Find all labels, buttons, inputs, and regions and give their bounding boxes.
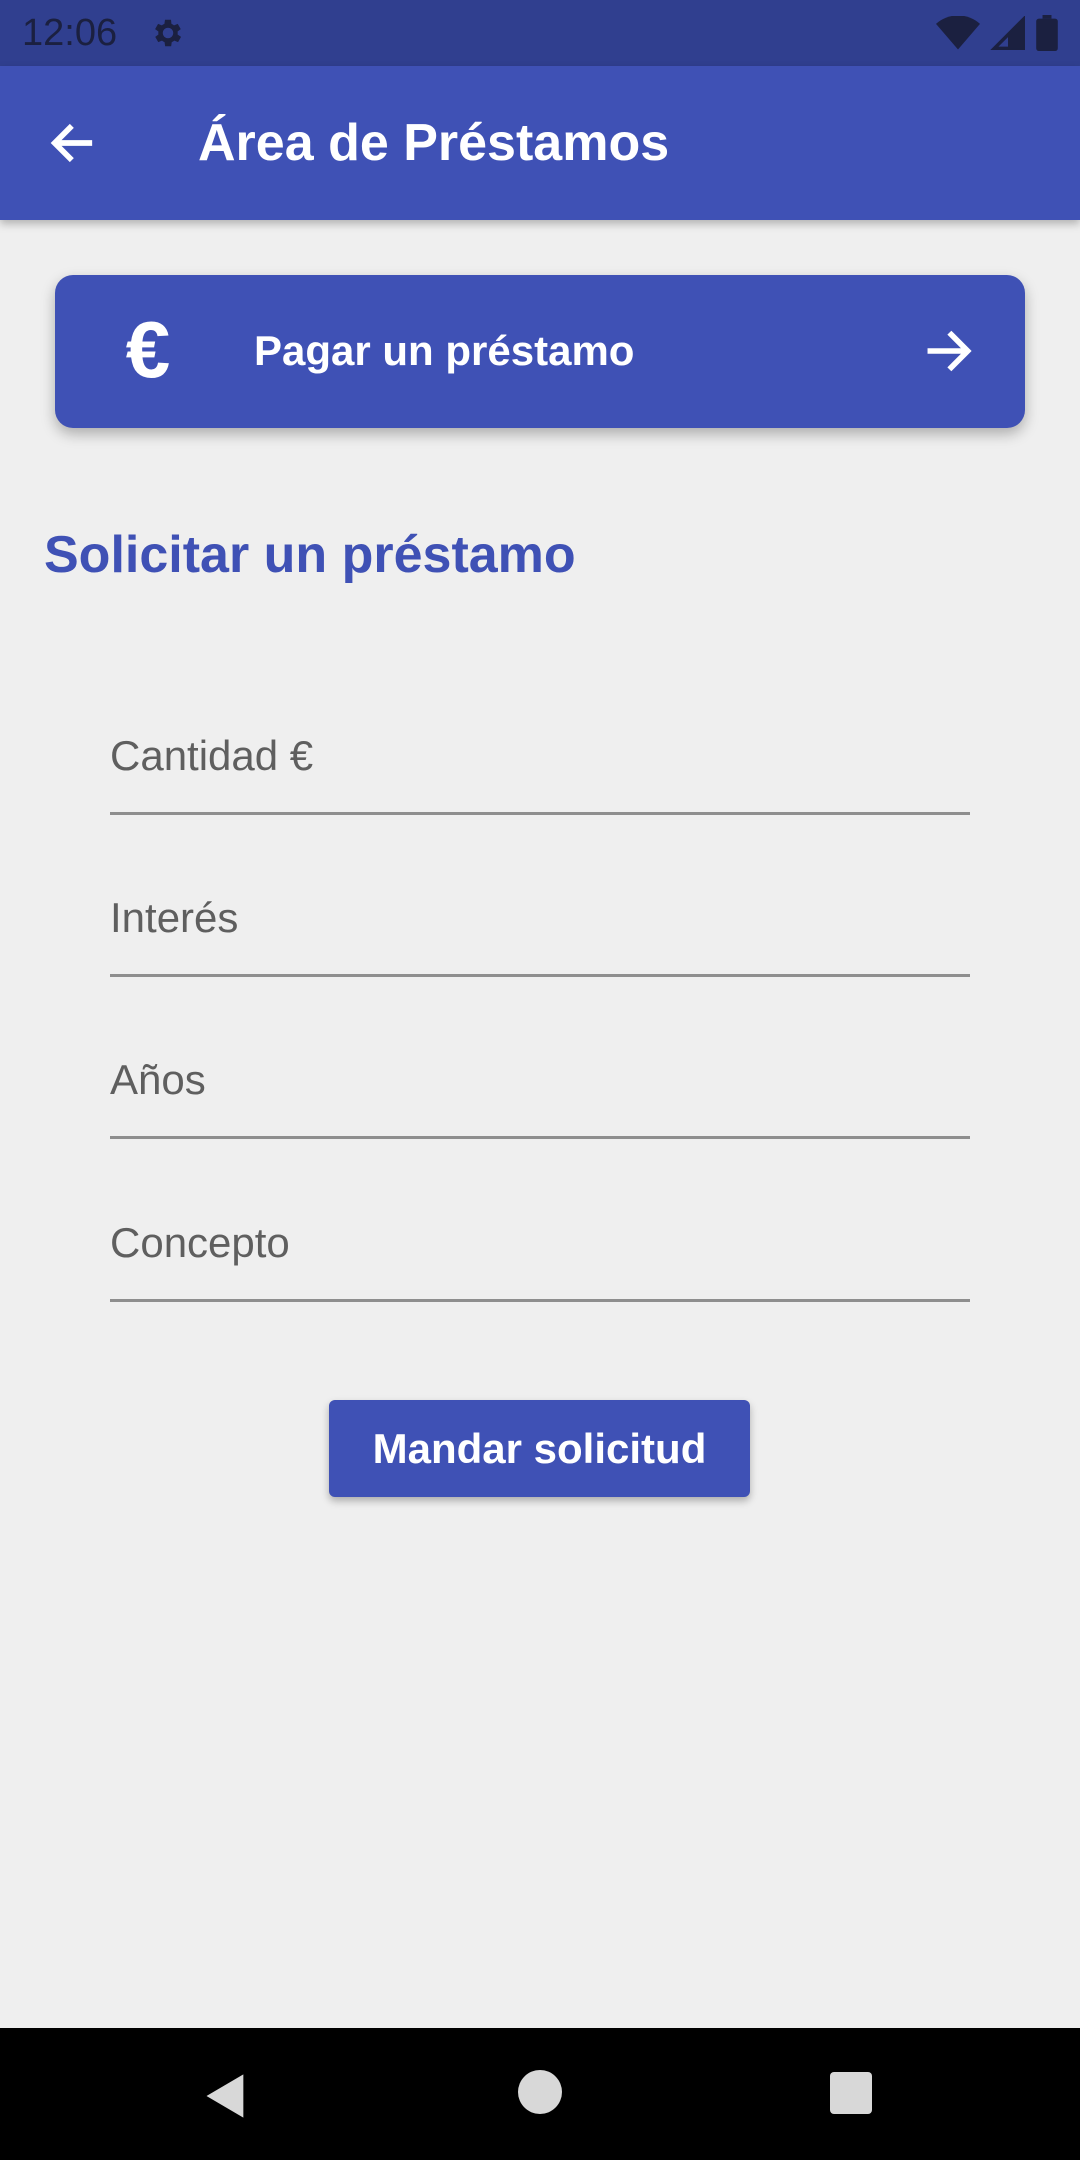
- amount-placeholder: Cantidad €: [110, 732, 314, 779]
- pay-loan-button[interactable]: € Pagar un préstamo: [55, 275, 1025, 428]
- back-button[interactable]: [40, 111, 104, 175]
- page-title: Área de Préstamos: [198, 114, 670, 172]
- concept-placeholder: Concepto: [110, 1219, 290, 1266]
- amount-underline: [110, 812, 970, 815]
- status-bar: 12:06: [0, 0, 1080, 66]
- send-request-button[interactable]: Mandar solicitud: [329, 1400, 750, 1497]
- status-icons: [936, 14, 1058, 52]
- battery-icon: [1036, 15, 1058, 51]
- nav-recents-icon[interactable]: [830, 2072, 872, 2114]
- interest-underline: [110, 974, 970, 977]
- arrow-right-icon: [927, 330, 972, 372]
- wifi-icon: [936, 16, 980, 50]
- years-field[interactable]: Años: [110, 1029, 970, 1139]
- nav-back-icon[interactable]: [200, 2070, 252, 2122]
- arrow-left-icon: [50, 123, 93, 163]
- years-underline: [110, 1136, 970, 1139]
- nav-home-icon[interactable]: [518, 2070, 562, 2114]
- interest-placeholder: Interés: [110, 894, 239, 941]
- concept-field[interactable]: Concepto: [110, 1192, 970, 1302]
- concept-underline: [110, 1299, 970, 1302]
- status-time: 12:06: [22, 12, 118, 54]
- amount-field[interactable]: Cantidad €: [110, 705, 970, 815]
- years-placeholder: Años: [110, 1056, 206, 1103]
- request-loan-heading: Solicitar un préstamo: [44, 526, 576, 584]
- signal-icon: [990, 16, 1025, 50]
- interest-field[interactable]: Interés: [110, 867, 970, 977]
- app-bar: Área de Préstamos: [0, 66, 1080, 220]
- system-nav-bar: [0, 2028, 1080, 2160]
- gear-icon: [155, 19, 182, 47]
- pay-loan-label: Pagar un préstamo: [254, 327, 635, 374]
- euro-icon: €: [125, 305, 171, 394]
